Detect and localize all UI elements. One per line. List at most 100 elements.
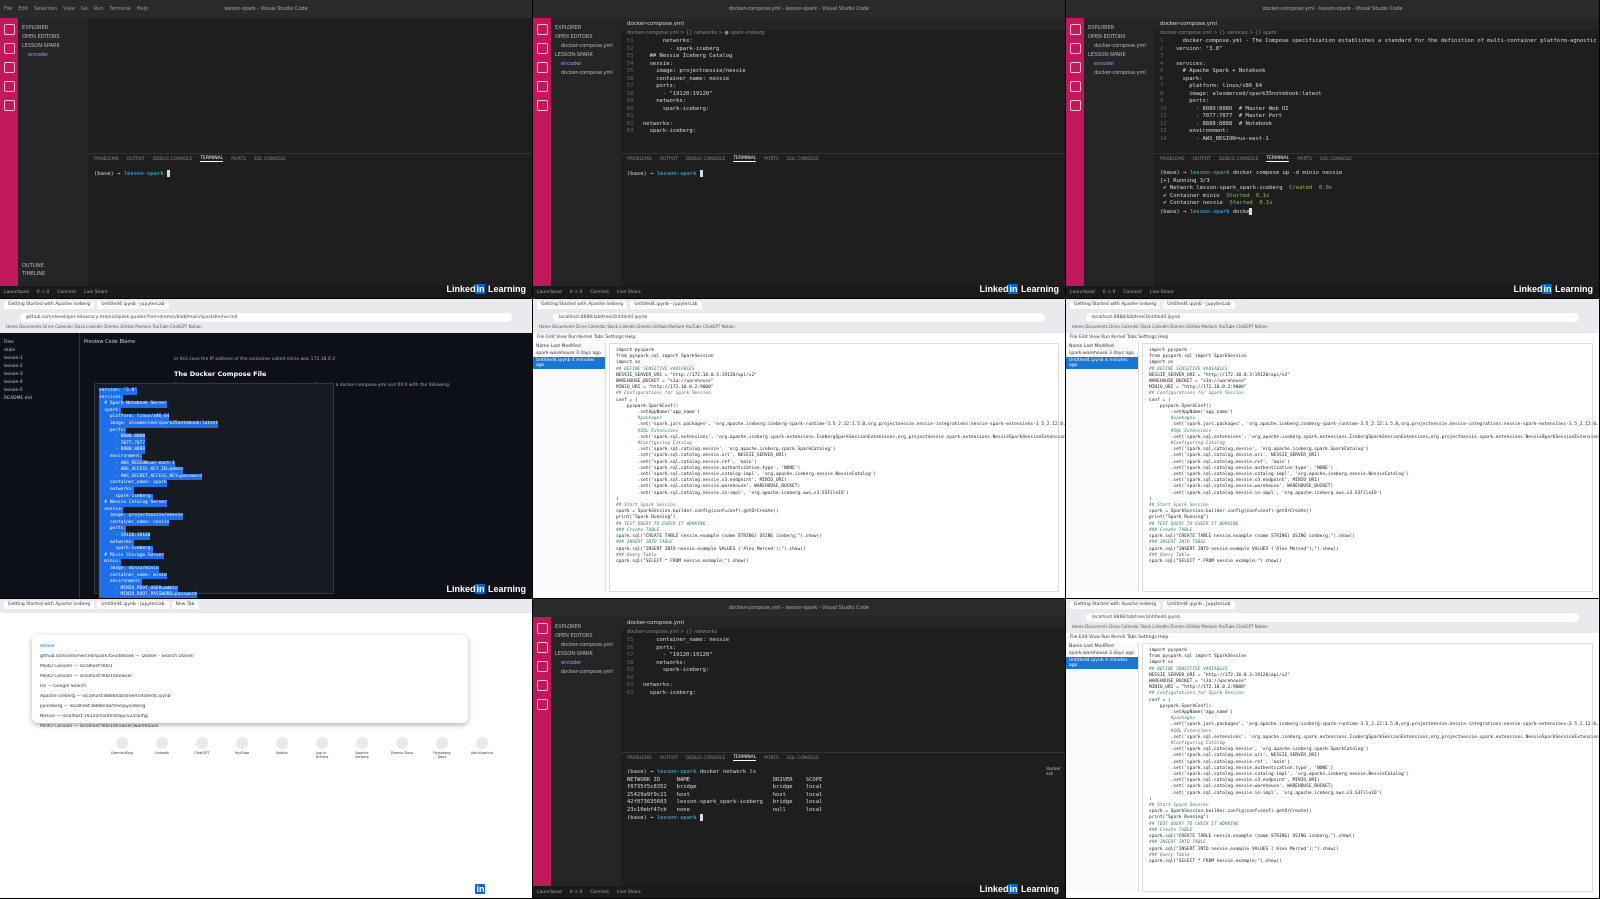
browser-tab-jupyter[interactable]: Untitled4.ipynb - JupyterLab xyxy=(630,301,702,309)
status-errors[interactable]: 0 ⚠ 0 xyxy=(570,890,583,895)
file-tree-item[interactable]: lesson-4 xyxy=(4,380,75,385)
tab-output[interactable]: OUTPUT xyxy=(660,756,678,761)
status-branch[interactable]: Launchpad xyxy=(537,890,562,895)
search-icon[interactable] xyxy=(536,642,548,653)
browser-tab-jupyter[interactable]: Untitled4.ipynb - JupyterLab xyxy=(1163,601,1235,609)
browser-tab-jupyter[interactable]: Untitled4.ipynb - JupyterLab xyxy=(97,601,169,609)
view-toggle[interactable]: Preview Code Blame xyxy=(84,339,526,345)
extensions-icon[interactable] xyxy=(536,100,548,111)
bookmarks-bar[interactable]: Home Documents Drive Calendar Slack Link… xyxy=(1066,624,1599,632)
tab-debug-console[interactable]: DEBUG CONSOLE xyxy=(686,157,725,162)
editor-tab[interactable]: docker-compose.yml xyxy=(621,617,1065,629)
file-item-selected[interactable]: Untitled4.ipynb 4 minutes ago xyxy=(533,357,605,369)
editor-tab[interactable]: docker-compose.yml xyxy=(621,18,1065,30)
file-tree-item[interactable]: Files xyxy=(4,340,75,345)
open-editor-file[interactable]: docker-compose.yml xyxy=(1088,43,1150,49)
tab-output[interactable]: OUTPUT xyxy=(660,157,678,162)
file-item-selected[interactable]: Untitled4.ipynb 4 minutes ago xyxy=(1066,357,1138,369)
status-errors[interactable]: 0 ⚠ 0 xyxy=(37,290,50,295)
tab-sql-console[interactable]: SQL CONSOLE xyxy=(787,756,819,761)
cell-code[interactable]: import pyspark from pyspark.sql import Sp… xyxy=(1143,344,1599,569)
tree-item-compose[interactable]: docker-compose.yml xyxy=(555,70,617,76)
files-icon[interactable] xyxy=(1069,24,1081,35)
tree-item-encoder[interactable]: encoder xyxy=(555,61,617,67)
files-icon[interactable] xyxy=(536,24,548,35)
jupyter-menu[interactable]: File Edit View Run Kernel Tabs Settings … xyxy=(533,333,1065,343)
tab-ports[interactable]: PORTS xyxy=(764,756,779,761)
address-bar[interactable]: github.com/developer-advocacy-dremio/qui… xyxy=(20,313,512,322)
omnibox-suggestion[interactable]: Iss — Google Search xyxy=(40,684,460,689)
shortcut-tile[interactable]: Dremio Blog xyxy=(110,737,134,759)
files-icon[interactable] xyxy=(3,24,15,35)
tree-item-encoder[interactable]: encoder xyxy=(22,52,84,58)
file-item-selected[interactable]: Untitled4.ipynb 4 minutes ago xyxy=(1066,657,1138,669)
omnibox-suggestion[interactable]: MinIO Console — localhost:9001/browser/w… xyxy=(40,724,460,729)
editor-area[interactable]: docker-compose.yml docker-compose.yml > … xyxy=(1154,18,1599,153)
browser-tab-guide[interactable]: Getting Started with Apache Iceberg xyxy=(537,301,628,309)
run-debug-icon[interactable] xyxy=(1069,81,1081,92)
address-bar[interactable]: localhost:8888/lab/tree/Untitled4.ipynb xyxy=(1086,613,1579,622)
tab-problems[interactable]: PROBLEMS xyxy=(627,157,652,162)
run-debug-icon[interactable] xyxy=(3,81,15,92)
open-editors-section[interactable]: OPEN EDITORS xyxy=(555,34,617,40)
status-errors[interactable]: 0 ⚠ 0 xyxy=(570,290,583,295)
jupyter-menu[interactable]: File Edit View Run Kernel Tabs Settings … xyxy=(1066,333,1599,343)
file-tree-item[interactable]: lesson-1 xyxy=(4,356,75,361)
open-editors-section[interactable]: OPEN EDITORS xyxy=(555,633,617,639)
shortcut-tile[interactable]: Apache Iceberg xyxy=(350,737,374,759)
shell-zsh[interactable]: zsh xyxy=(1046,772,1061,777)
extensions-icon[interactable] xyxy=(3,100,15,111)
file-tree-item[interactable]: lesson-5 xyxy=(4,388,75,393)
status-connect[interactable]: Connect xyxy=(1123,290,1142,295)
bookmarks-bar[interactable]: Home Documents Drive Calendar Slack Link… xyxy=(1066,324,1599,332)
file-item[interactable]: spark-warehouse 3 days ago xyxy=(1066,650,1138,657)
browser-tab-new[interactable]: New Tab xyxy=(171,601,199,609)
address-bar[interactable]: localhost:8888/lab/tree/Untitled4.ipynb xyxy=(1086,313,1579,322)
tab-ports[interactable]: PORTS xyxy=(1297,157,1312,162)
run-debug-icon[interactable] xyxy=(536,680,548,691)
file-tree-item[interactable]: README.md xyxy=(4,396,75,401)
source-control-icon[interactable] xyxy=(536,62,548,73)
tab-problems[interactable]: PROBLEMS xyxy=(94,157,119,162)
browser-tab-guide[interactable]: Getting Started with Apache Iceberg xyxy=(1070,601,1161,609)
browser-tab-guide[interactable]: Getting Started with Apache Iceberg xyxy=(4,301,95,309)
browser-tab-jupyter[interactable]: Untitled4.ipynb - JupyterLab xyxy=(1163,301,1235,309)
source-control-icon[interactable] xyxy=(1069,62,1081,73)
notebook-cell[interactable]: import pyspark from pyspark.sql import Sp… xyxy=(1142,643,1599,892)
tab-ports[interactable]: PORTS xyxy=(231,157,246,162)
omnibox-query[interactable]: docker xyxy=(40,644,460,649)
tree-item-encoder[interactable]: encoder xyxy=(1088,61,1150,67)
tab-sql-console[interactable]: SQL CONSOLE xyxy=(254,157,286,162)
notebook-cell[interactable]: import pyspark from pyspark.sql import Sp… xyxy=(609,343,1065,592)
file-item[interactable]: spark-warehouse 3 days ago xyxy=(1066,350,1138,357)
tab-terminal[interactable]: TERMINAL xyxy=(733,156,757,162)
status-live-share[interactable]: Live Share xyxy=(617,290,641,295)
status-branch[interactable]: Launchpad xyxy=(1070,290,1095,295)
shortcut-tile[interactable]: ChatGPT xyxy=(190,737,214,759)
shortcut-tile[interactable]: LinkedIn xyxy=(150,737,174,759)
project-folder[interactable]: LESSON-SPARK xyxy=(1088,52,1150,58)
status-branch[interactable]: Launchpad xyxy=(4,290,29,295)
open-editor-file[interactable]: docker-compose.yml xyxy=(555,43,617,49)
status-live-share[interactable]: Live Share xyxy=(84,290,108,295)
tab-problems[interactable]: PROBLEMS xyxy=(627,756,652,761)
open-editor-file[interactable]: docker-compose.yml xyxy=(555,642,617,648)
run-debug-icon[interactable] xyxy=(536,81,548,92)
extensions-icon[interactable] xyxy=(1069,100,1081,111)
shortcut-tile[interactable]: Pyiceberg Docs xyxy=(430,737,454,759)
open-editors-section[interactable]: OPEN EDITORS xyxy=(22,34,84,40)
extensions-icon[interactable] xyxy=(536,699,548,710)
breadcrumb[interactable]: docker-compose.yml > {} services > {} sp… xyxy=(1154,30,1599,38)
shortcut-tile[interactable]: YouTube xyxy=(230,737,254,759)
status-live-share[interactable]: Live Share xyxy=(1150,290,1174,295)
omnibox-suggestion[interactable]: MinIO Console — localhost:9001/browser xyxy=(40,674,460,679)
search-icon[interactable] xyxy=(3,43,15,54)
shortcut-tile[interactable]: Log in · Dremio xyxy=(310,737,334,759)
bookmarks-bar[interactable]: Home Documents Drive Calendar Slack Link… xyxy=(0,324,532,332)
tab-terminal[interactable]: TERMINAL xyxy=(200,156,224,162)
tab-problems[interactable]: PROBLEMS xyxy=(1160,157,1185,162)
tree-item-compose[interactable]: docker-compose.yml xyxy=(555,669,617,675)
notebook-cell[interactable]: import pyspark from pyspark.sql import Sp… xyxy=(1142,343,1599,592)
tab-sql-console[interactable]: SQL CONSOLE xyxy=(1320,157,1352,162)
cell-code[interactable]: import pyspark from pyspark.sql import Sp… xyxy=(1143,644,1599,869)
